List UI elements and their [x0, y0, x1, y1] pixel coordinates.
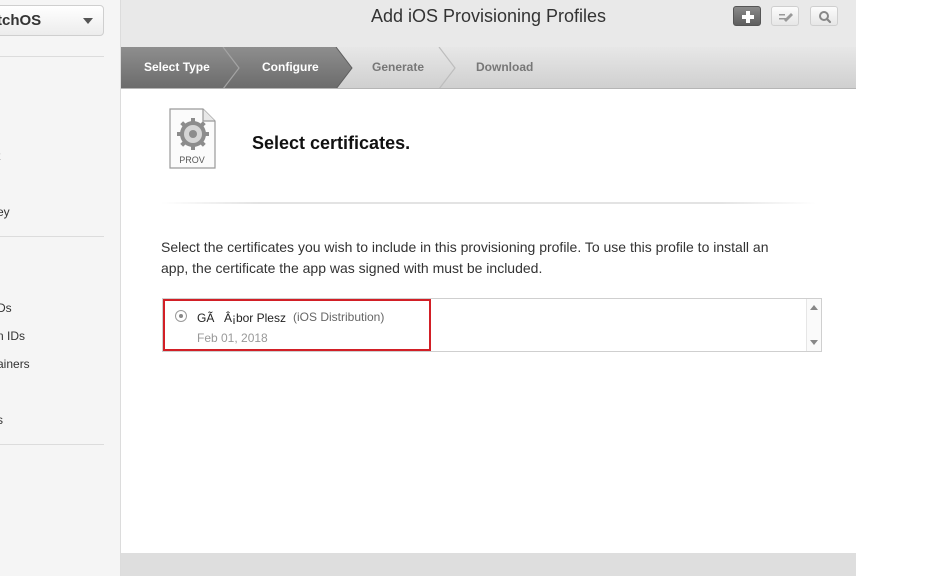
certificate-list: GÃÂ¡bor Plesz (iOS Distribution) Feb 01…	[162, 298, 822, 352]
prov-icon-label: PROV	[179, 155, 205, 165]
search-icon	[819, 11, 832, 24]
sidebar: watchOS t ey Ds n IDs ainers s	[0, 0, 121, 576]
scroll-up-arrow-icon[interactable]	[810, 305, 818, 310]
gear-document-icon: PROV	[169, 108, 216, 169]
chevron-down-icon	[83, 18, 93, 24]
search-button[interactable]	[810, 6, 838, 26]
divider	[161, 202, 816, 204]
step-select-type: Select Type	[144, 60, 210, 74]
description-text: Select the certificates you wish to incl…	[161, 239, 769, 276]
platform-select-label: watchOS	[0, 12, 42, 29]
provisioning-profile-icon: PROV	[169, 108, 217, 175]
sidebar-item[interactable]: Ds	[0, 301, 12, 315]
certificate-date: Feb 01, 2018	[197, 331, 268, 345]
certificate-type: (iOS Distribution)	[293, 310, 385, 324]
add-icon	[742, 11, 754, 23]
sidebar-item[interactable]: ey	[0, 205, 10, 219]
add-button[interactable]	[733, 6, 761, 26]
sidebar-divider	[0, 56, 104, 57]
sidebar-item[interactable]: ainers	[0, 357, 30, 371]
footer-bar	[121, 553, 856, 576]
sidebar-divider	[0, 444, 104, 445]
certificate-radio[interactable]	[175, 310, 187, 322]
step-configure: Configure	[262, 60, 319, 74]
steps-bar: Select Type Configure Generate Download	[121, 47, 856, 89]
certificate-item[interactable]: GÃÂ¡bor Plesz (iOS Distribution) Feb 01…	[163, 299, 431, 351]
title-bar: Add iOS Provisioning Profiles	[121, 0, 856, 48]
certificate-name: GÃÂ¡bor Plesz	[197, 311, 286, 325]
section-heading: Select certificates.	[252, 133, 411, 153]
edit-button[interactable]	[771, 6, 799, 26]
scroll-down-arrow-icon[interactable]	[810, 340, 818, 345]
step-download: Download	[476, 60, 534, 74]
certificate-list-scrollbar[interactable]	[806, 299, 821, 351]
sidebar-item[interactable]: s	[0, 413, 3, 427]
platform-select[interactable]: watchOS	[0, 5, 104, 36]
edit-icon	[779, 13, 793, 22]
sidebar-item[interactable]: n IDs	[0, 329, 25, 343]
step-generate: Generate	[372, 60, 425, 74]
sidebar-divider	[0, 236, 104, 237]
main-panel: Add iOS Provisioning Profiles Select Typ…	[121, 0, 856, 576]
page-background	[857, 0, 943, 576]
